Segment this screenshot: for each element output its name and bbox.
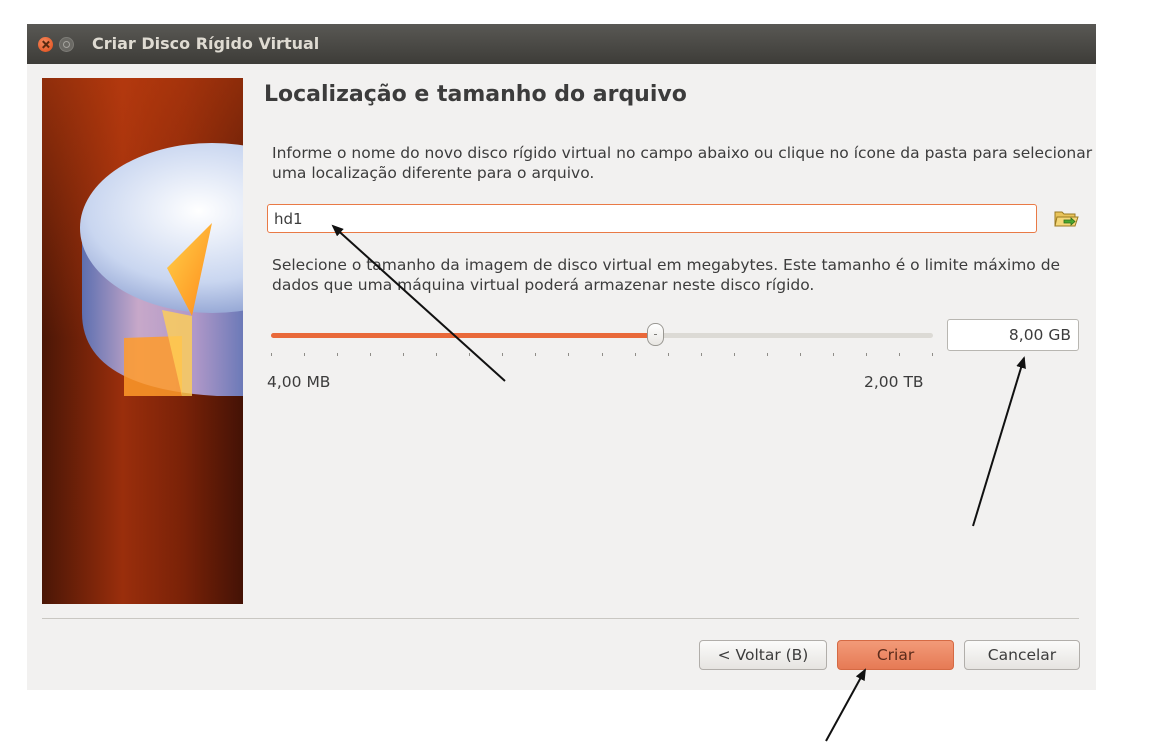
cancel-button[interactable]: Cancelar (964, 640, 1080, 670)
slider-tick (734, 353, 735, 356)
slider-tick (304, 353, 305, 356)
slider-tick (469, 353, 470, 356)
file-name-input[interactable] (267, 204, 1037, 233)
slider-tick (668, 353, 669, 356)
slider-min-label: 4,00 MB (267, 373, 331, 391)
folder-open-icon[interactable] (1051, 203, 1081, 233)
size-input[interactable] (947, 319, 1079, 351)
slider-tick (833, 353, 834, 356)
slider-tick (502, 353, 503, 356)
slider-fill (271, 333, 655, 338)
create-button[interactable]: Criar (837, 640, 954, 670)
slider-tick (436, 353, 437, 356)
size-slider[interactable] (271, 321, 933, 361)
location-description: Informe o nome do novo disco rígido virt… (272, 144, 1093, 182)
minimize-icon[interactable] (59, 37, 74, 52)
title-bar[interactable]: Criar Disco Rígido Virtual (27, 24, 1096, 64)
slider-tick (568, 353, 569, 356)
slider-tick (370, 353, 371, 356)
slider-tick (701, 353, 702, 356)
page-title: Localização e tamanho do arquivo (264, 82, 687, 107)
create-virtual-disk-dialog: Criar Disco Rígido Virtual Localização e… (27, 24, 1096, 690)
slider-handle[interactable] (647, 323, 664, 346)
slider-tick (403, 353, 404, 356)
slider-tick (535, 353, 536, 356)
slider-tick (271, 353, 272, 356)
slider-tick (800, 353, 801, 356)
slider-tick (337, 353, 338, 356)
close-icon[interactable] (38, 37, 53, 52)
slider-track (271, 333, 933, 338)
back-button[interactable]: < Voltar (B) (699, 640, 827, 670)
slider-tick (602, 353, 603, 356)
slider-tick (932, 353, 933, 356)
divider (42, 618, 1079, 619)
slider-tick (866, 353, 867, 356)
slider-max-label: 2,00 TB (864, 373, 924, 391)
slider-tick (635, 353, 636, 356)
size-description: Selecione o tamanho da imagem de disco v… (272, 256, 1061, 294)
slider-tick (899, 353, 900, 356)
slider-tick (767, 353, 768, 356)
slider-ticks (271, 353, 933, 357)
window-title: Criar Disco Rígido Virtual (92, 34, 320, 53)
hard-disk-illustration (42, 78, 243, 604)
